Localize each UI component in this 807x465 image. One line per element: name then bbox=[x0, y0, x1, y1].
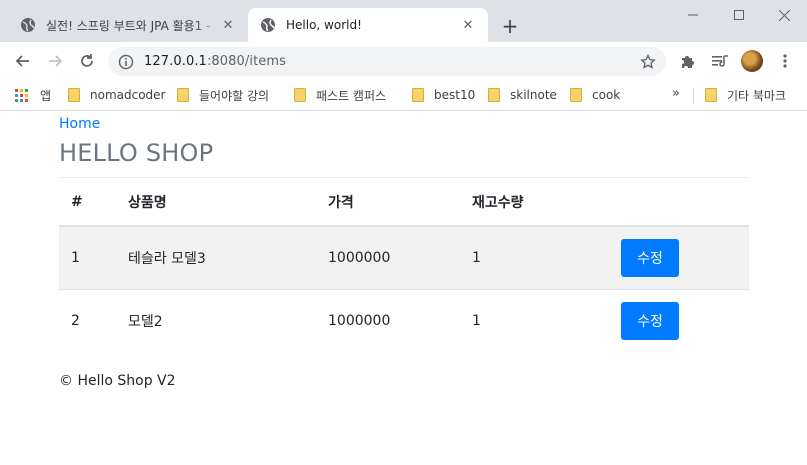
bookmark-skilnote[interactable]: skilnote bbox=[488, 86, 557, 104]
bookmark-fastcampus[interactable]: 패스트 캠퍼스 bbox=[294, 86, 386, 104]
tab-strip: 실전! 스프링 부트와 JPA 활용1 - ✕ Hello, world! ✕ … bbox=[0, 0, 807, 42]
star-icon[interactable] bbox=[640, 53, 656, 70]
bookmark-other[interactable]: 기타 북마크 bbox=[705, 86, 786, 104]
table-row: 2 모델2 1000000 1 수정 bbox=[59, 288, 749, 352]
folder-icon bbox=[488, 88, 500, 102]
minimize-icon[interactable] bbox=[670, 0, 716, 30]
cell-stock: 1 bbox=[460, 225, 609, 289]
edit-button[interactable]: 수정 bbox=[621, 301, 679, 340]
url-host: 127.0.0.1 bbox=[144, 54, 207, 69]
arrow-left-icon[interactable] bbox=[9, 47, 37, 75]
tab-jpa-course[interactable]: 실전! 스프링 부트와 JPA 활용1 - ✕ bbox=[8, 8, 248, 42]
edit-button[interactable]: 수정 bbox=[621, 238, 679, 277]
globe-icon bbox=[21, 18, 35, 32]
bookmark-label: 들어야할 강의 bbox=[199, 88, 270, 103]
bookmark-label: cook bbox=[592, 88, 621, 102]
bookmark-apps[interactable]: 앱 bbox=[15, 86, 51, 104]
bookmark-label: skilnote bbox=[510, 88, 557, 102]
cell-stock: 1 bbox=[460, 288, 609, 352]
url-path: :8080/items bbox=[206, 54, 287, 69]
close-tab-icon[interactable]: ✕ bbox=[220, 17, 236, 33]
footer-text: © Hello Shop V2 bbox=[59, 373, 176, 389]
cell-name: 테슬라 모델3 bbox=[116, 225, 316, 289]
folder-icon bbox=[705, 88, 717, 102]
bookmarks-overflow-button[interactable]: » bbox=[672, 86, 680, 101]
browser-toolbar: 127.0.0.1:8080/items bbox=[0, 42, 807, 80]
cell-id: 1 bbox=[59, 225, 116, 289]
bookmarks-divider bbox=[693, 88, 694, 104]
column-header-id: # bbox=[59, 178, 116, 227]
cell-action: 수정 bbox=[609, 225, 749, 289]
column-header-action bbox=[609, 178, 749, 227]
folder-icon bbox=[294, 88, 306, 102]
reading-list-icon[interactable] bbox=[709, 50, 731, 72]
page-title: HELLO SHOP bbox=[59, 139, 214, 167]
cell-action: 수정 bbox=[609, 288, 749, 352]
reload-icon[interactable] bbox=[73, 47, 101, 75]
column-header-price: 가격 bbox=[316, 178, 460, 227]
profile-avatar[interactable] bbox=[741, 50, 763, 72]
folder-icon bbox=[570, 88, 582, 102]
folder-icon bbox=[412, 88, 424, 102]
bookmark-label: 앱 bbox=[40, 88, 52, 103]
bookmark-label: nomadcoder bbox=[90, 88, 166, 102]
tab-title: Hello, world! bbox=[286, 18, 362, 32]
bookmark-cook[interactable]: cook bbox=[570, 86, 620, 104]
column-header-stock: 재고수량 bbox=[460, 178, 609, 227]
table-header-row: # 상품명 가격 재고수량 bbox=[59, 178, 749, 227]
folder-icon bbox=[68, 88, 80, 102]
column-header-name: 상품명 bbox=[116, 178, 316, 227]
new-tab-button[interactable]: + bbox=[498, 14, 522, 38]
tab-title: 실전! 스프링 부트와 JPA 활용1 - bbox=[46, 18, 211, 33]
globe-icon bbox=[261, 18, 275, 32]
bookmark-label: 패스트 캠퍼스 bbox=[316, 88, 387, 103]
url-text: 127.0.0.1:8080/items bbox=[144, 54, 640, 69]
home-link[interactable]: Home bbox=[59, 116, 100, 132]
close-tab-icon[interactable]: ✕ bbox=[460, 17, 476, 33]
cell-price: 1000000 bbox=[316, 288, 460, 352]
cell-name: 모델2 bbox=[116, 288, 316, 352]
folder-icon bbox=[177, 88, 189, 102]
bookmark-lectures[interactable]: 들어야할 강의 bbox=[177, 86, 269, 104]
table-row: 1 테슬라 모델3 1000000 1 수정 bbox=[59, 225, 749, 289]
kebab-menu-icon[interactable] bbox=[774, 50, 796, 72]
address-bar[interactable]: 127.0.0.1:8080/items bbox=[108, 47, 666, 76]
cell-price: 1000000 bbox=[316, 225, 460, 289]
bookmark-label: 기타 북마크 bbox=[727, 88, 787, 103]
cell-id: 2 bbox=[59, 288, 116, 352]
tab-hello-world[interactable]: Hello, world! ✕ bbox=[248, 8, 488, 42]
items-table: # 상품명 가격 재고수량 1 테슬라 모델3 1000000 1 수정 2 모… bbox=[59, 178, 749, 352]
puzzle-icon[interactable] bbox=[677, 50, 699, 72]
maximize-icon[interactable] bbox=[716, 0, 762, 30]
apps-grid-icon bbox=[15, 88, 28, 102]
window-close-icon[interactable] bbox=[761, 0, 807, 30]
page-viewport: Home HELLO SHOP # 상품명 가격 재고수량 1 테슬라 모델3 … bbox=[0, 112, 807, 465]
bookmarks-bar: 앱 nomadcoder 들어야할 강의 패스트 캠퍼스 best10 skil… bbox=[0, 80, 807, 111]
bookmark-label: best10 bbox=[434, 88, 476, 102]
info-icon[interactable] bbox=[118, 54, 134, 70]
bookmark-best10[interactable]: best10 bbox=[412, 86, 475, 104]
bookmark-nomadcoder[interactable]: nomadcoder bbox=[68, 86, 165, 104]
arrow-right-icon[interactable] bbox=[41, 47, 69, 75]
